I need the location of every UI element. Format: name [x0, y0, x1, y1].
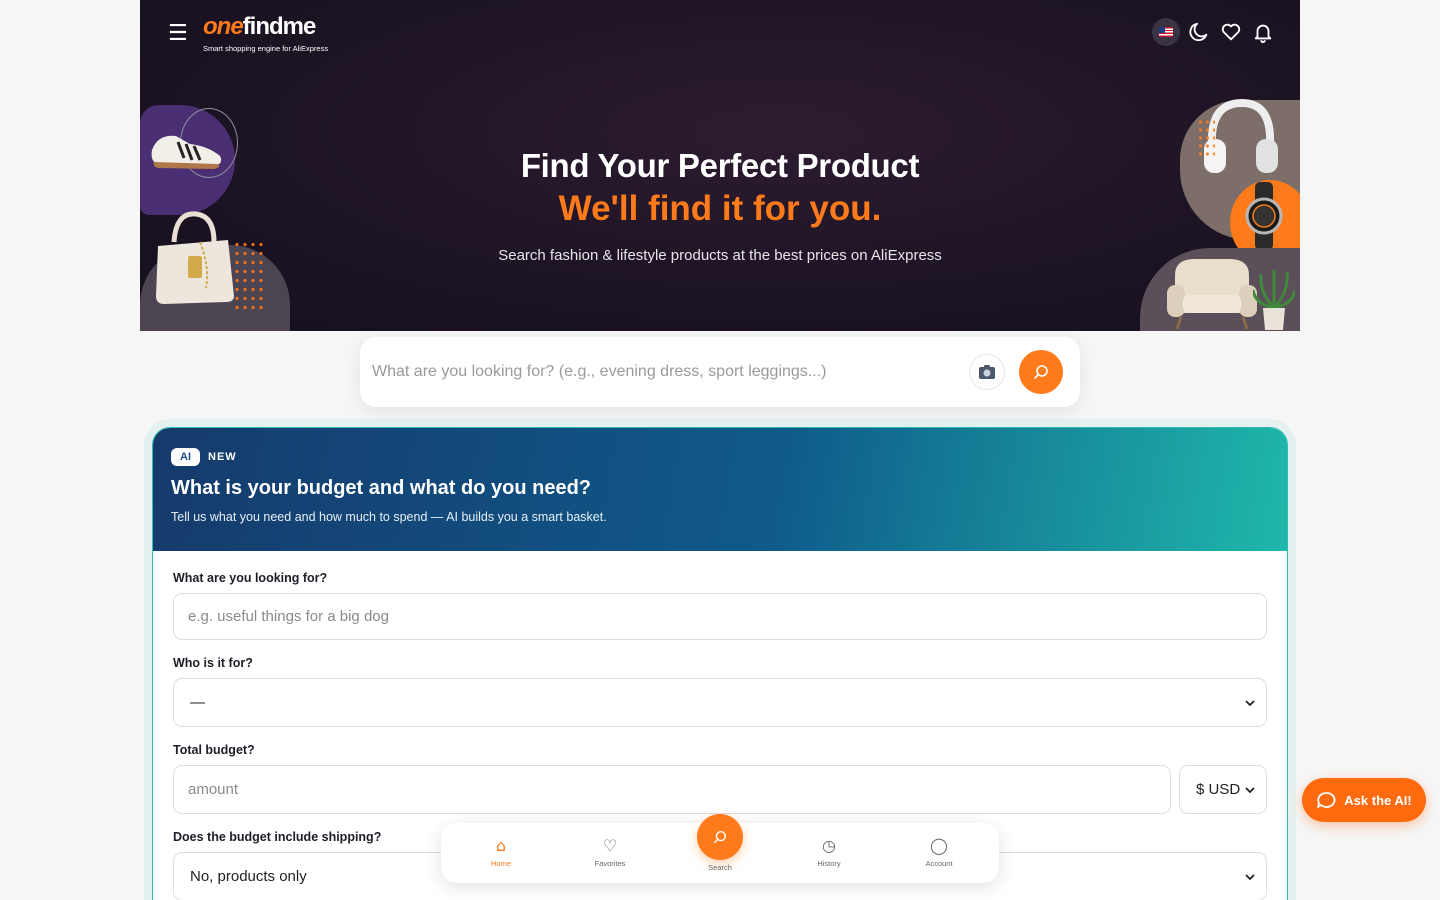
us-flag-icon: [1159, 27, 1173, 37]
nav-account-label: Account: [925, 859, 953, 868]
ask-ai-label: Ask the AI!: [1344, 792, 1412, 808]
armchair-image: [1167, 259, 1257, 330]
top-bar: ☰ onefindme Smart shopping engine for Al…: [140, 0, 1300, 75]
menu-icon[interactable]: ☰: [168, 22, 190, 46]
looking-for-label: What are you looking for?: [173, 571, 328, 585]
new-badge: NEW: [208, 451, 237, 463]
chevron-down-icon: [1245, 699, 1255, 706]
home-icon: ⌂: [495, 836, 507, 855]
ai-card-title: What is your budget and what do you need…: [171, 477, 591, 499]
ai-card-subtitle: Tell us what you need and how much to sp…: [171, 510, 607, 524]
shipping-select-value: No, products only: [190, 868, 307, 885]
ai-card-header: AI NEW What is your budget and what do y…: [153, 428, 1287, 551]
camera-icon[interactable]: [969, 354, 1005, 390]
nav-home-label: Home: [490, 859, 511, 868]
bell-icon[interactable]: [1250, 18, 1276, 46]
ask-ai-button[interactable]: Ask the AI!: [1302, 778, 1426, 822]
hero-title: Find Your Perfect Product: [520, 147, 920, 184]
nav-history-label: History: [817, 859, 841, 868]
chevron-down-icon: [1245, 786, 1255, 793]
hero-subtitle: Search fashion & lifestyle products at t…: [498, 247, 942, 264]
hero-accent: We'll find it for you.: [558, 189, 882, 228]
nav-history[interactable]: ◷ History: [794, 836, 864, 869]
user-icon: ◯: [930, 836, 948, 855]
nav-favorites[interactable]: ♡ Favorites: [575, 836, 645, 869]
bottom-navigation: ⌂ Home ♡ Favorites Search ◷ History ◯ Ac…: [441, 814, 999, 883]
search-button[interactable]: [1019, 350, 1063, 394]
currency-select-value: $ USD: [1196, 781, 1241, 798]
budget-label: Total budget?: [173, 743, 255, 757]
logo-part-two: findme: [242, 13, 317, 40]
search-input[interactable]: [372, 354, 952, 390]
looking-for-input[interactable]: [173, 593, 1267, 640]
header-actions: [1152, 18, 1276, 46]
search-bar: [360, 337, 1080, 407]
language-selector[interactable]: [1152, 18, 1180, 46]
logo-part-one: one: [203, 13, 244, 40]
brand-tagline: Smart shopping engine for AliExpress: [203, 44, 329, 53]
moon-icon[interactable]: [1186, 18, 1212, 46]
search-icon: [713, 830, 727, 844]
who-select-value: —: [190, 694, 205, 711]
search-icon: [1034, 365, 1048, 379]
chat-icon: [1317, 792, 1336, 808]
brand-logo[interactable]: onefindme Smart shopping engine for AliE…: [203, 13, 328, 53]
nav-search-label: Search: [708, 863, 732, 872]
nav-home[interactable]: ⌂ Home: [466, 836, 536, 869]
clock-icon: ◷: [822, 836, 836, 855]
hero-banner: ☰ onefindme Smart shopping engine for Al…: [140, 0, 1300, 331]
nav-search[interactable]: [697, 814, 743, 860]
chevron-down-icon: [1245, 873, 1255, 880]
nav-favorites-label: Favorites: [594, 859, 626, 868]
who-select[interactable]: —: [173, 678, 1267, 727]
ai-badge: AI: [171, 448, 200, 466]
nav-account[interactable]: ◯ Account: [904, 836, 974, 869]
who-label: Who is it for?: [173, 656, 253, 670]
heart-icon: ♡: [602, 836, 618, 855]
plant-image: [1253, 270, 1295, 330]
heart-icon[interactable]: [1218, 18, 1244, 46]
budget-amount-input[interactable]: [173, 765, 1171, 814]
hero-text: Find Your Perfect Product We'll find it …: [140, 145, 1300, 264]
